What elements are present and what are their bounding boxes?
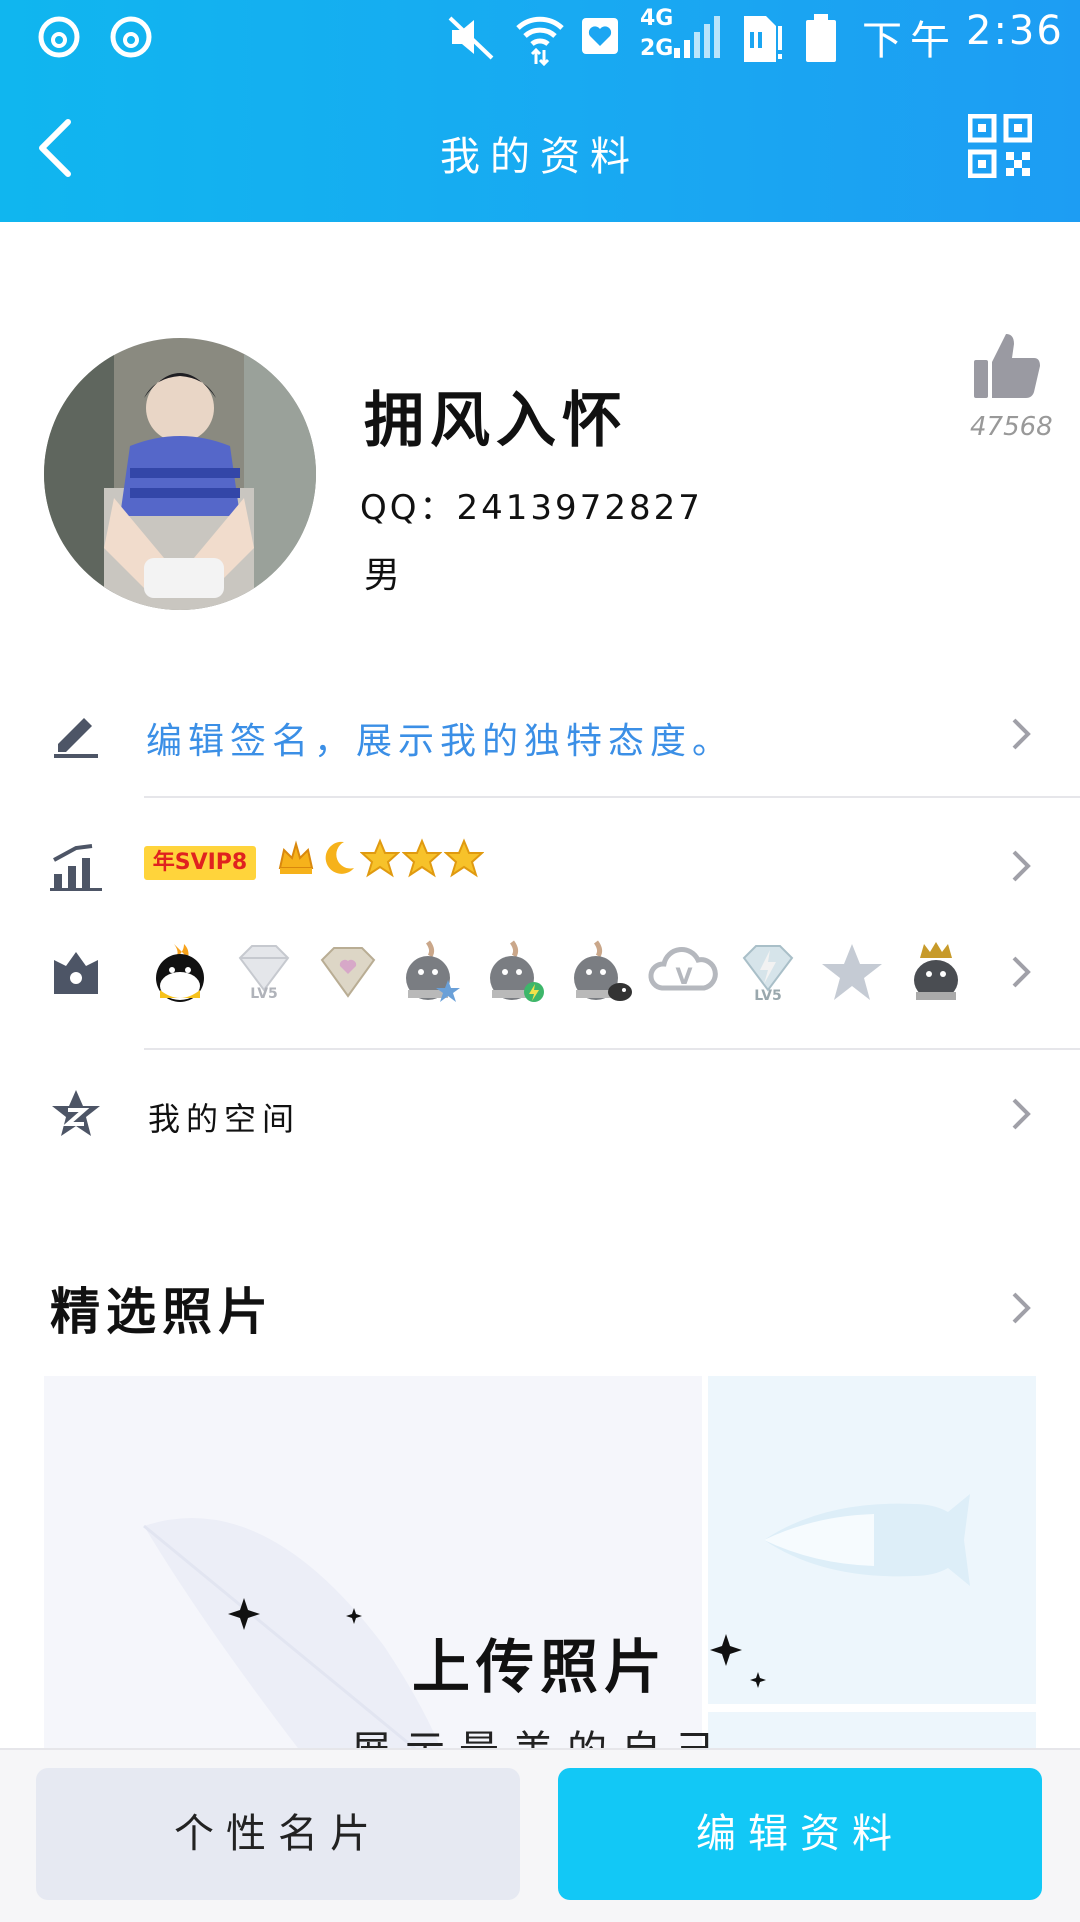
chevron-right-icon[interactable]: [1006, 952, 1036, 992]
netease-music-icon: [38, 16, 80, 58]
qq-number: QQ：2413972827: [360, 480, 703, 529]
badge-level-label: LV5: [754, 988, 782, 1004]
qzone-label[interactable]: 我的空间: [148, 1094, 300, 1140]
qq-penguin-flame-icon[interactable]: [144, 940, 216, 1006]
divider: [144, 796, 1080, 798]
chevron-right-icon[interactable]: [1006, 714, 1036, 754]
status-ampm: 下午: [862, 18, 958, 64]
network-type-4g: 4G: [640, 6, 674, 31]
thumbs-up-icon[interactable]: [970, 330, 1042, 402]
penguin-bird-icon[interactable]: [564, 940, 636, 1006]
wifi-icon: [516, 16, 564, 66]
chevron-right-icon[interactable]: [1006, 1094, 1036, 1134]
header-bar: 4G 2G 下午 2:36 我的资料: [0, 0, 1080, 222]
status-bar: 4G 2G 下午 2:36: [0, 0, 1080, 80]
mute-icon: [448, 16, 494, 60]
star-icon: [444, 838, 484, 878]
crown-icon: [278, 840, 314, 874]
battery-icon: [806, 14, 836, 62]
network-type-2g: 2G: [640, 36, 674, 61]
chevron-right-icon[interactable]: [1006, 1288, 1036, 1328]
heart-diamond-icon[interactable]: [312, 940, 384, 1006]
page-title: 我的资料: [440, 134, 640, 180]
svip-badge[interactable]: 年SVIP8: [144, 846, 256, 880]
upload-photo-label: 上传照片: [411, 1633, 668, 1701]
cloud-v-icon[interactable]: V: [648, 940, 720, 1006]
featured-photos-title: 精选照片: [50, 1283, 274, 1341]
diamond-lv5-icon[interactable]: LV5: [228, 940, 300, 1006]
grey-star-icon[interactable]: [816, 940, 888, 1006]
level-chart-icon: [50, 844, 102, 891]
signal-icon: [674, 16, 720, 58]
diamond-lv5-grey-icon[interactable]: LV5: [732, 940, 804, 1006]
badge-box-icon: [54, 952, 98, 994]
divider: [144, 1048, 1080, 1050]
badge-level-label: LV5: [250, 986, 278, 1002]
gender: 男: [364, 555, 401, 596]
qzone-star-icon: [52, 1090, 100, 1136]
penguin-bolt-icon[interactable]: [480, 940, 552, 1006]
penguin-star-icon[interactable]: [396, 940, 468, 1006]
personal-card-button[interactable]: 个性名片: [36, 1768, 520, 1900]
penguin-crown-icon[interactable]: [900, 940, 972, 1006]
pencil-icon: [54, 718, 98, 758]
avatar[interactable]: [44, 338, 316, 610]
nickname: 拥风入怀: [364, 386, 628, 456]
badge-cloud-letter: V: [675, 965, 692, 990]
health-app-icon: [582, 18, 618, 54]
qq-value: 2413972827: [456, 488, 703, 528]
netease-music-icon: [110, 16, 152, 58]
edit-profile-button[interactable]: 编辑资料: [558, 1768, 1042, 1900]
moon-icon: [325, 841, 354, 874]
like-count: 47568: [970, 412, 1053, 442]
sim-card-icon: [744, 16, 782, 62]
status-time: 2:36: [966, 8, 1064, 54]
qq-label: QQ：: [360, 488, 457, 528]
qr-code-icon[interactable]: [968, 114, 1032, 178]
star-icon: [402, 838, 442, 878]
star-icon: [360, 838, 400, 878]
chevron-right-icon[interactable]: [1006, 846, 1036, 886]
signature-prompt[interactable]: 编辑签名，展示我的独特态度。: [146, 712, 734, 764]
